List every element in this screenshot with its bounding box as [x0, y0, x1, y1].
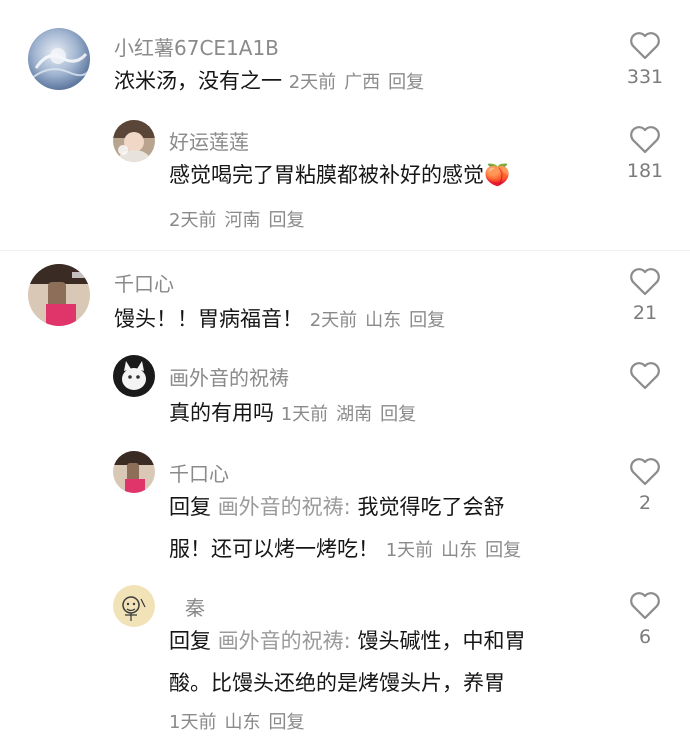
comment-content: 浓米汤，没有之一: [114, 69, 282, 93]
reply-button[interactable]: 回复: [485, 540, 521, 561]
comment-username[interactable]: 千口心: [169, 458, 229, 487]
reply-button[interactable]: 回复: [268, 210, 304, 231]
comment-location: 河南: [224, 210, 261, 231]
comment-text: 真的有用吗 1天前 湖南 回复: [169, 392, 589, 436]
like-button[interactable]: 331: [618, 30, 672, 88]
avatar[interactable]: [28, 28, 90, 90]
comment-username[interactable]: 秦: [185, 592, 205, 621]
avatar[interactable]: [113, 451, 155, 493]
comment-username[interactable]: 好运莲莲: [169, 126, 249, 155]
like-count: 331: [626, 66, 664, 88]
comment-content: 我觉得吃了会舒: [350, 495, 505, 519]
mention-link[interactable]: 画外音的祝祷:: [218, 495, 351, 519]
comment-time: 1天前: [385, 540, 434, 561]
reply-button[interactable]: 回复: [388, 72, 424, 93]
comment-text: 回复 画外音的祝祷: 馒头碱性，中和胃 酸。比馒头还绝的是烤馒头片，养胃: [169, 620, 589, 704]
comment-meta: 1天前 湖南 回复: [281, 404, 424, 425]
comment-content: 馒头碱性，中和胃: [350, 629, 526, 653]
comment-username[interactable]: 小红薯67CE1A1B: [114, 32, 279, 61]
comment-meta: 1天前 山东 回复: [386, 540, 529, 561]
comment-text: 回复 画外音的祝祷: 我觉得吃了会舒 服！还可以烤一烤吃！ 1天前 山东 回复: [169, 486, 589, 572]
heart-outline-icon[interactable]: [628, 30, 662, 60]
comment-location: 山东: [365, 310, 402, 331]
comment-location: 山东: [441, 540, 478, 561]
heart-outline-icon[interactable]: [628, 124, 662, 154]
avatar[interactable]: [113, 585, 155, 627]
heart-outline-icon[interactable]: [628, 456, 662, 486]
comment-meta: 2天前 河南 回复: [169, 206, 312, 232]
comment-meta: 1天前 山东 回复: [169, 708, 312, 734]
comment-time: 2天前: [288, 72, 337, 93]
avatar[interactable]: [113, 355, 155, 397]
avatar[interactable]: [113, 120, 155, 162]
comment-content: 服！还可以烤一烤吃！: [169, 537, 379, 561]
reply-prefix: 回复: [169, 495, 211, 519]
comment-content: 真的有用吗: [169, 401, 274, 425]
comment-text: 浓米汤，没有之一 2天前 广西 回复: [114, 60, 594, 104]
heart-outline-icon[interactable]: [628, 266, 662, 296]
comment-location: 湖南: [336, 404, 373, 425]
like-button[interactable]: 181: [618, 124, 672, 182]
avatar[interactable]: [28, 264, 90, 326]
like-button[interactable]: 21: [618, 266, 672, 324]
like-count: 2: [638, 492, 652, 514]
comment-content: 馒头！！胃病福音！: [114, 307, 303, 331]
comment-text: 馒头！！胃病福音！ 2天前 山东 回复: [114, 298, 594, 342]
comment-location: 广西: [344, 72, 381, 93]
comment-time: 2天前: [309, 310, 358, 331]
comment-meta: 2天前 山东 回复: [310, 310, 453, 331]
comment-content: 酸。比馒头还绝的是烤馒头片，养胃: [169, 671, 505, 695]
like-button[interactable]: 6: [618, 590, 672, 648]
comment-time: 1天前: [169, 712, 217, 733]
reply-prefix: 回复: [169, 629, 211, 653]
heart-outline-icon[interactable]: [628, 360, 662, 390]
comment-time: 2天前: [169, 210, 217, 231]
comment-meta: 2天前 广西 回复: [289, 72, 432, 93]
divider: [0, 250, 690, 251]
comment-text: 感觉喝完了胃粘膜都被补好的感觉🍑: [169, 154, 589, 196]
like-button[interactable]: [618, 360, 672, 396]
mention-link[interactable]: 画外音的祝祷:: [218, 629, 351, 653]
reply-button[interactable]: 回复: [380, 404, 416, 425]
like-count: 181: [626, 160, 664, 182]
comment-username[interactable]: 千口心: [114, 268, 174, 297]
heart-outline-icon[interactable]: [628, 590, 662, 620]
peach-emoji: 🍑: [484, 163, 511, 187]
like-count: 6: [638, 626, 652, 648]
like-button[interactable]: 2: [618, 456, 672, 514]
comment-username[interactable]: 画外音的祝祷: [169, 362, 289, 391]
like-count: 21: [632, 302, 658, 324]
comment-time: 1天前: [280, 404, 329, 425]
comment-content: 感觉喝完了胃粘膜都被补好的感觉: [169, 163, 484, 187]
comment-location: 山东: [224, 712, 261, 733]
reply-button[interactable]: 回复: [409, 310, 445, 331]
reply-button[interactable]: 回复: [268, 712, 304, 733]
